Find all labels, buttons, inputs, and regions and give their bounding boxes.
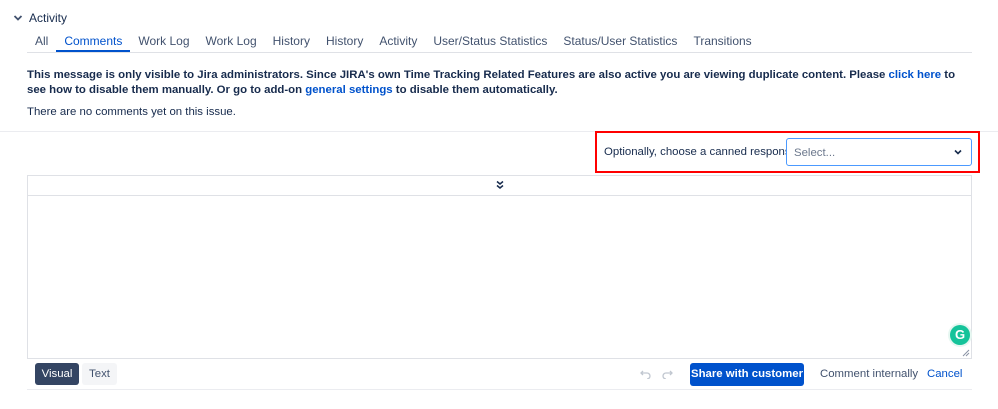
canned-response-placeholder: Select... [794,147,836,159]
canned-response-label: Optionally, choose a canned response: [604,146,801,158]
tab-comments[interactable]: Comments [56,33,131,52]
comment-editor [27,175,972,359]
canned-response-select[interactable]: Select... [786,138,972,166]
footer-divider [27,389,972,390]
redo-icon[interactable] [662,370,673,379]
editor-toolbar [28,176,971,196]
undo-icon[interactable] [640,370,651,379]
tab-activity[interactable]: Activity [371,33,425,51]
admin-notice: This message is only visible to Jira adm… [27,68,977,98]
share-with-customer-button[interactable]: Share with customer [690,363,804,386]
tab-all[interactable]: All [27,33,56,51]
tab-history[interactable]: History [265,33,318,51]
chevron-down-icon [954,149,962,155]
expand-toolbar-icon[interactable] [495,180,505,190]
comment-textarea[interactable] [28,196,971,358]
notice-text-3: to disable them automatically. [392,84,558,96]
visual-mode-button[interactable]: Visual [35,363,79,385]
tab-user-status-statistics[interactable]: User/Status Statistics [425,33,555,51]
empty-comments-message: There are no comments yet on this issue. [27,106,236,118]
tab-status-user-statistics[interactable]: Status/User Statistics [555,33,685,51]
resize-handle-icon[interactable] [962,349,970,357]
section-title: Activity [29,11,68,25]
activity-tabs: All Comments Work Log Work Log History H… [27,33,972,53]
grammarly-icon[interactable]: G [950,325,970,345]
text-mode-button[interactable]: Text [82,363,117,385]
cancel-button[interactable]: Cancel [921,363,968,386]
general-settings-link[interactable]: general settings [305,84,392,96]
notice-text-1: This message is only visible to Jira adm… [27,69,889,81]
tab-history-2[interactable]: History [318,33,371,51]
chevron-down-icon [13,15,23,21]
activity-section-header[interactable]: Activity [12,11,67,25]
click-here-link[interactable]: click here [889,69,942,81]
tab-transitions[interactable]: Transitions [685,33,759,51]
comment-internally-button[interactable]: Comment internally [813,363,925,386]
tab-work-log-2[interactable]: Work Log [198,33,265,51]
tab-work-log[interactable]: Work Log [130,33,197,51]
